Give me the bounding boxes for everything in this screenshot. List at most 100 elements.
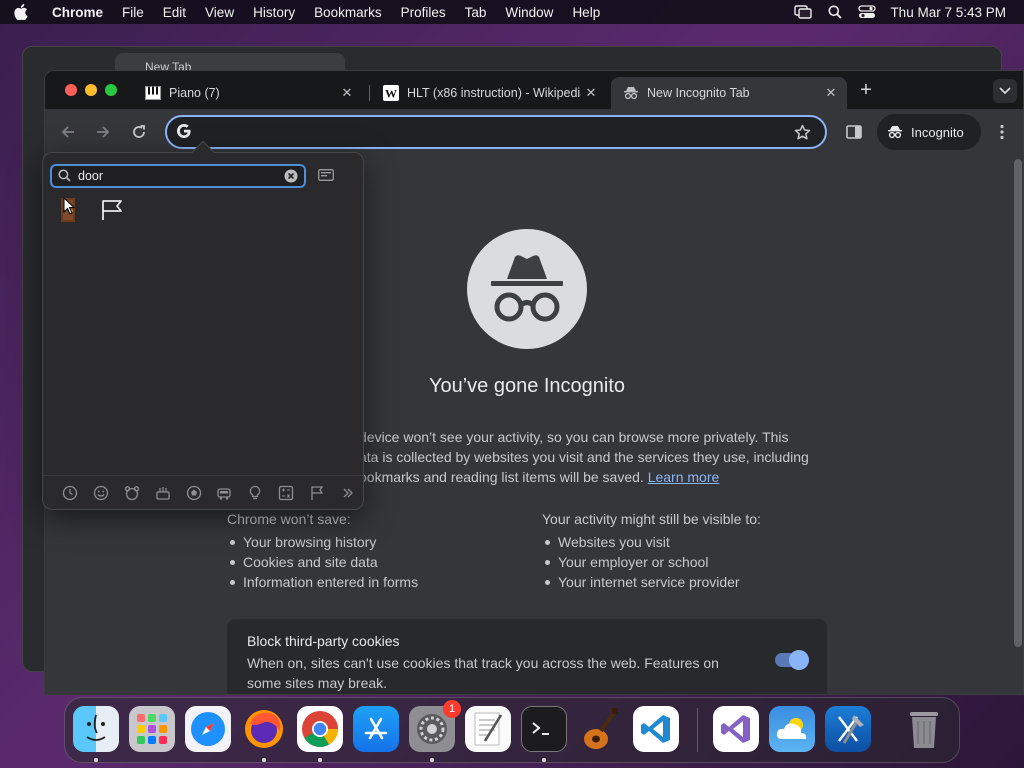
menu-clock[interactable]: Thu Mar 7 5:43 PM <box>890 5 1006 20</box>
apple-menu-icon[interactable] <box>14 4 40 20</box>
control-center-icon[interactable] <box>858 5 877 19</box>
still-visible-column: Your activity might still be visible to:… <box>542 511 761 592</box>
running-indicator <box>318 758 322 762</box>
trash-icon[interactable] <box>901 706 947 752</box>
side-panel-icon <box>846 125 862 139</box>
tab-piano[interactable]: Piano (7) ✕ <box>133 77 363 109</box>
incognito-profile-button[interactable]: Incognito <box>877 114 981 150</box>
clock-icon[interactable] <box>55 483 86 503</box>
screen-mirroring-icon[interactable] <box>794 5 813 19</box>
menu-history[interactable]: History <box>253 5 295 20</box>
garageband-icon[interactable] <box>577 706 623 752</box>
back-button[interactable] <box>57 121 79 143</box>
flag-outline-symbol[interactable] <box>97 195 127 225</box>
system-settings-icon[interactable]: 1 <box>409 700 461 752</box>
flag-icon[interactable] <box>301 483 332 503</box>
arrow-left-icon <box>61 126 74 138</box>
dock-separator <box>697 708 698 752</box>
more-icon[interactable] <box>332 483 363 503</box>
reload-button[interactable] <box>128 121 150 143</box>
chrome-menu-button[interactable] <box>991 121 1013 143</box>
chevron-down-icon <box>999 87 1011 95</box>
character-viewer-icon[interactable] <box>318 168 334 186</box>
food-icon[interactable] <box>147 483 178 503</box>
tab-wikipedia[interactable]: W HLT (x86 instruction) - Wikipedia ✕ <box>371 77 607 109</box>
page-scrollbar[interactable] <box>1014 159 1022 689</box>
tab-title: HLT (x86 instruction) - Wikipedia <box>407 86 581 100</box>
menu-file[interactable]: File <box>122 5 144 20</box>
tab-search-button[interactable] <box>993 79 1017 103</box>
menu-bookmarks[interactable]: Bookmarks <box>314 5 382 20</box>
symbols-icon[interactable] <box>271 483 302 503</box>
animal-icon[interactable] <box>117 483 148 503</box>
tab-new-incognito[interactable]: New Incognito Tab ✕ <box>611 77 847 109</box>
wont-save-title: Chrome won’t save: <box>227 511 351 527</box>
clear-search-icon[interactable] <box>284 169 298 188</box>
block-cookies-toggle[interactable] <box>775 650 809 670</box>
arrow-right-icon <box>97 126 110 138</box>
menu-app-name[interactable]: Chrome <box>52 5 103 20</box>
new-tab-button[interactable]: + <box>855 80 877 102</box>
window-controls <box>65 84 125 96</box>
menu-window[interactable]: Window <box>505 5 553 20</box>
side-panel-button[interactable] <box>843 121 865 143</box>
list-item: Cookies and site data <box>227 552 418 572</box>
safari-icon[interactable] <box>185 706 231 752</box>
bookmark-star-icon[interactable] <box>794 124 811 146</box>
close-tab-icon[interactable]: ✕ <box>581 85 601 101</box>
emoji-category-bar <box>43 475 363 509</box>
running-indicator <box>430 758 434 762</box>
third-party-cookies-card: Block third-party cookies When on, sites… <box>227 619 827 694</box>
search-icon <box>58 169 71 187</box>
finder-icon[interactable] <box>73 706 119 752</box>
close-tab-icon[interactable]: ✕ <box>821 85 841 101</box>
xcode-icon[interactable] <box>825 706 871 752</box>
zoom-window-button[interactable] <box>105 84 117 96</box>
menu-tab[interactable]: Tab <box>465 5 487 20</box>
tab-separator <box>369 85 370 101</box>
car-icon[interactable] <box>209 483 240 503</box>
smiley-icon[interactable] <box>86 483 117 503</box>
wont-save-column: Chrome won’t save: Your browsing history… <box>227 511 418 592</box>
ball-icon[interactable] <box>178 483 209 503</box>
running-indicator <box>542 758 546 762</box>
tab-title: New Incognito Tab <box>647 86 750 100</box>
browser-toolbar: Incognito <box>45 109 1023 155</box>
terminal-icon[interactable] <box>521 706 567 752</box>
firefox-icon[interactable] <box>241 706 287 752</box>
address-bar[interactable] <box>165 115 827 149</box>
close-window-button[interactable] <box>65 84 77 96</box>
menu-edit[interactable]: Edit <box>163 5 186 20</box>
more-vertical-icon <box>1000 124 1004 140</box>
weather-icon[interactable] <box>769 706 815 752</box>
app-store-icon[interactable] <box>353 706 399 752</box>
list-item: Your employer or school <box>542 552 761 572</box>
incognito-label: Incognito <box>911 124 964 140</box>
chrome-icon[interactable] <box>297 706 343 752</box>
vscode-icon[interactable] <box>633 706 679 752</box>
address-input[interactable] <box>201 121 781 143</box>
menu-view[interactable]: View <box>205 5 234 20</box>
mouse-cursor-icon <box>63 197 75 215</box>
minimize-window-button[interactable] <box>85 84 97 96</box>
learn-more-link[interactable]: Learn more <box>648 469 720 485</box>
launchpad-icon[interactable] <box>129 706 175 752</box>
menu-profiles[interactable]: Profiles <box>401 5 446 20</box>
menu-help[interactable]: Help <box>572 5 600 20</box>
tab-title: Piano (7) <box>169 86 220 100</box>
close-tab-icon[interactable]: ✕ <box>337 85 357 101</box>
visual-studio-icon[interactable] <box>713 706 759 752</box>
scrollbar-thumb[interactable] <box>1014 159 1022 647</box>
emoji-search-box[interactable] <box>50 164 306 188</box>
wikipedia-icon: W <box>383 85 399 101</box>
macos-dock: 1 <box>64 697 960 763</box>
menu-bar: Chrome File Edit View History Bookmarks … <box>0 0 1024 24</box>
tab-strip: Piano (7) ✕ W HLT (x86 instruction) - Wi… <box>45 71 1023 109</box>
cookie-card-description: When on, sites can't use cookies that tr… <box>247 655 719 691</box>
forward-button[interactable] <box>92 121 114 143</box>
spotlight-search-icon[interactable] <box>828 5 843 19</box>
lightbulb-icon[interactable] <box>240 483 271 503</box>
google-logo-icon <box>176 123 192 144</box>
emoji-search-input[interactable] <box>78 168 278 184</box>
textedit-icon[interactable] <box>465 706 511 752</box>
